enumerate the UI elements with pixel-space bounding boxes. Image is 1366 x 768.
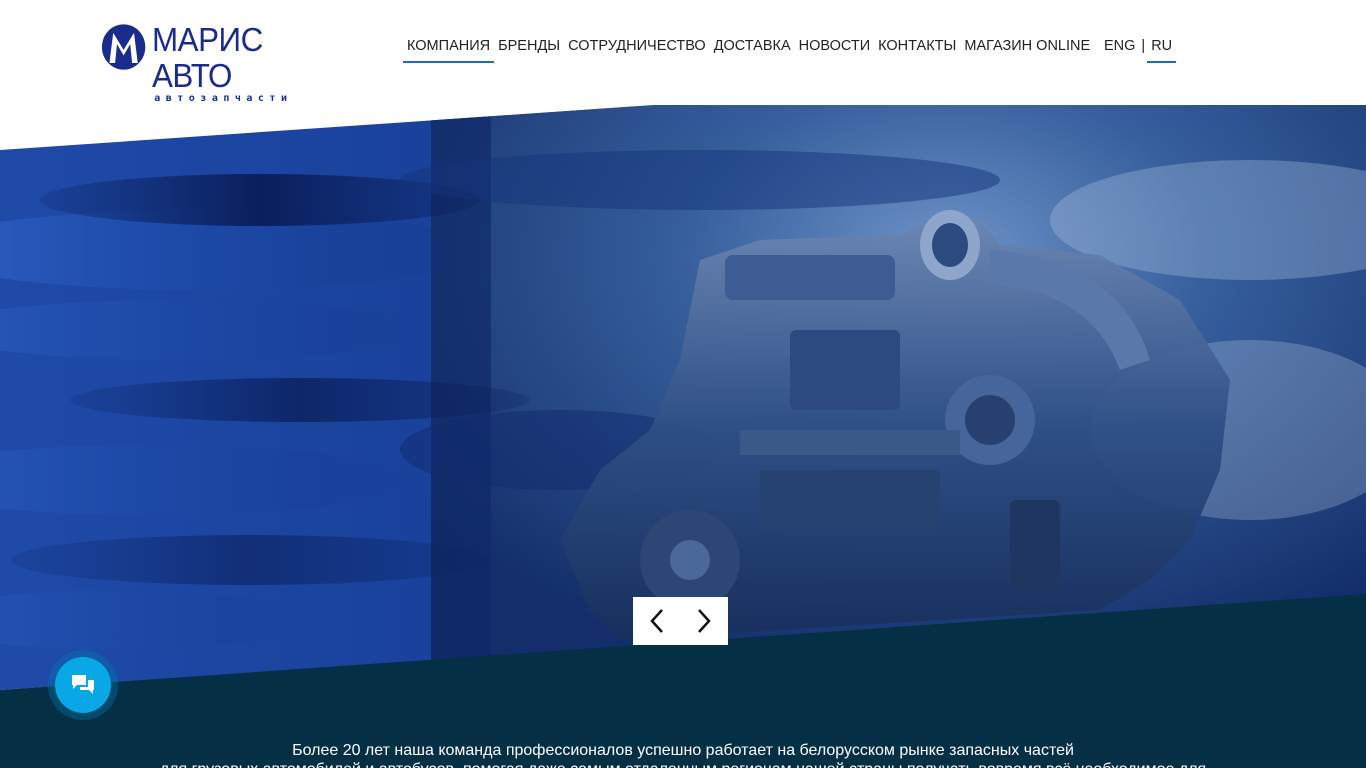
brand-subtitle: автозапчасти [154,93,293,104]
hero-image [0,105,1366,768]
nav-item-company[interactable]: КОМПАНИЯ [403,34,495,63]
intro-line-2: для грузовых автомобилей и автобусов, по… [0,760,1366,768]
lang-eng[interactable]: ENG [1100,34,1139,61]
slider-next-button[interactable] [686,603,722,639]
slider-controls [633,597,728,645]
brand-name: МАРИС АВТО [152,21,263,94]
site-header: МАРИС АВТО автозапчасти КОМПАНИЯ БРЕНДЫ … [0,0,1366,105]
nav-item-brands[interactable]: БРЕНДЫ [494,34,564,63]
intro-text: Более 20 лет наша команда профессионалов… [0,741,1366,768]
brand-logo[interactable]: МАРИС АВТО автозапчасти [100,22,350,104]
chat-bubbles-icon [72,675,94,694]
slider-prev-button[interactable] [639,603,675,639]
chat-widget [48,650,118,720]
hero-banner [0,0,1366,768]
nav-item-contacts[interactable]: КОНТАКТЫ [874,34,960,63]
nav-item-delivery[interactable]: ДОСТАВКА [710,34,795,63]
lang-ru[interactable]: RU [1147,34,1177,63]
nav-item-news[interactable]: НОВОСТИ [795,34,875,63]
chevron-right-icon [698,609,711,633]
logo-mark-icon [101,24,146,70]
chevron-left-icon [650,609,663,633]
nav-item-cooperation[interactable]: СОТРУДНИЧЕСТВО [564,34,710,63]
main-nav: КОМПАНИЯ БРЕНДЫ СОТРУДНИЧЕСТВО ДОСТАВКА … [403,34,1094,63]
intro-line-1: Более 20 лет наша команда профессионалов… [292,742,1074,759]
nav-item-online-shop[interactable]: МАГАЗИН ONLINE [960,34,1094,63]
lang-separator: | [1141,38,1146,54]
language-switcher: ENG | RU [1100,34,1177,63]
chat-button[interactable] [55,657,111,713]
